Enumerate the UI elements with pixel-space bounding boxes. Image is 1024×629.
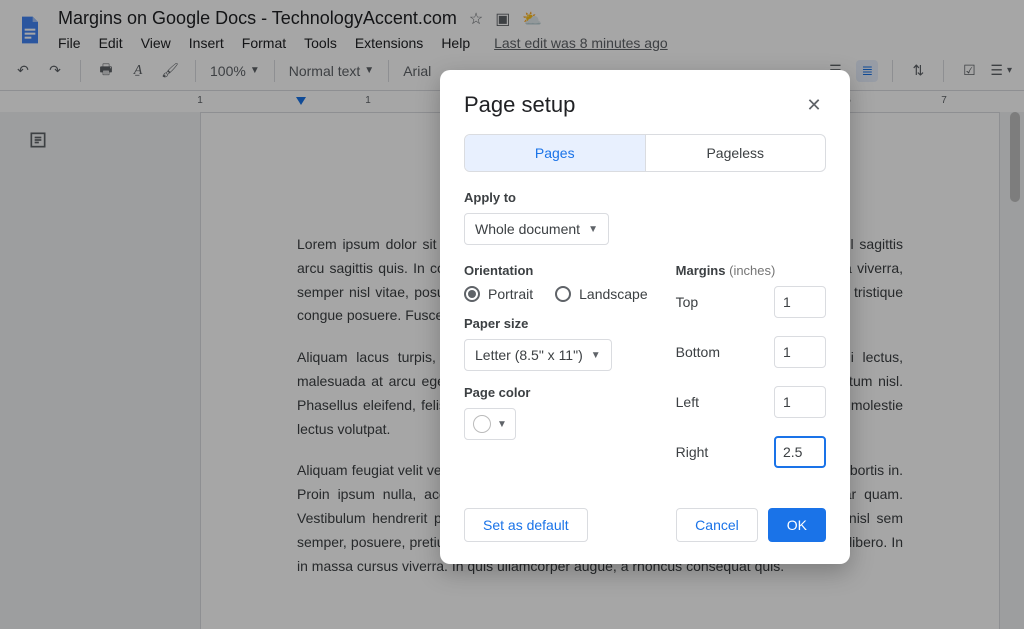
margins-label: Margins (inches) — [676, 263, 826, 278]
chevron-down-icon: ▼ — [588, 224, 598, 235]
apply-to-label: Apply to — [464, 190, 826, 205]
margin-bottom-input[interactable] — [774, 336, 826, 368]
chevron-down-icon: ▼ — [497, 419, 507, 430]
chevron-down-icon: ▼ — [591, 350, 601, 361]
paper-size-select[interactable]: Letter (8.5" x 11") ▼ — [464, 339, 612, 371]
orientation-label: Orientation — [464, 263, 648, 278]
margin-top-input[interactable] — [774, 286, 826, 318]
radio-icon — [464, 286, 480, 302]
margin-top-label: Top — [676, 294, 699, 310]
cancel-button[interactable]: Cancel — [676, 508, 758, 542]
apply-to-value: Whole document — [475, 221, 580, 237]
ok-button[interactable]: OK — [768, 508, 826, 542]
margin-left-input[interactable] — [774, 386, 826, 418]
page-color-label: Page color — [464, 385, 648, 400]
margin-right-label: Right — [676, 444, 709, 460]
paper-size-label: Paper size — [464, 316, 648, 331]
radio-label: Portrait — [488, 286, 533, 302]
page-setup-dialog: Page setup ✕ Pages Pageless Apply to Who… — [440, 70, 850, 564]
set-default-button[interactable]: Set as default — [464, 508, 588, 542]
orientation-landscape-radio[interactable]: Landscape — [555, 286, 648, 302]
tab-pageless[interactable]: Pageless — [645, 135, 826, 171]
margin-right-input[interactable] — [774, 436, 826, 468]
paper-size-value: Letter (8.5" x 11") — [475, 347, 583, 363]
page-color-select[interactable]: ▼ — [464, 408, 516, 440]
color-swatch-icon — [473, 415, 491, 433]
radio-icon — [555, 286, 571, 302]
close-icon[interactable]: ✕ — [802, 95, 826, 116]
margin-bottom-label: Bottom — [676, 344, 720, 360]
margin-left-label: Left — [676, 394, 699, 410]
radio-label: Landscape — [579, 286, 648, 302]
orientation-portrait-radio[interactable]: Portrait — [464, 286, 533, 302]
tab-pages[interactable]: Pages — [465, 135, 645, 171]
dialog-title: Page setup — [464, 92, 575, 118]
apply-to-select[interactable]: Whole document ▼ — [464, 213, 609, 245]
